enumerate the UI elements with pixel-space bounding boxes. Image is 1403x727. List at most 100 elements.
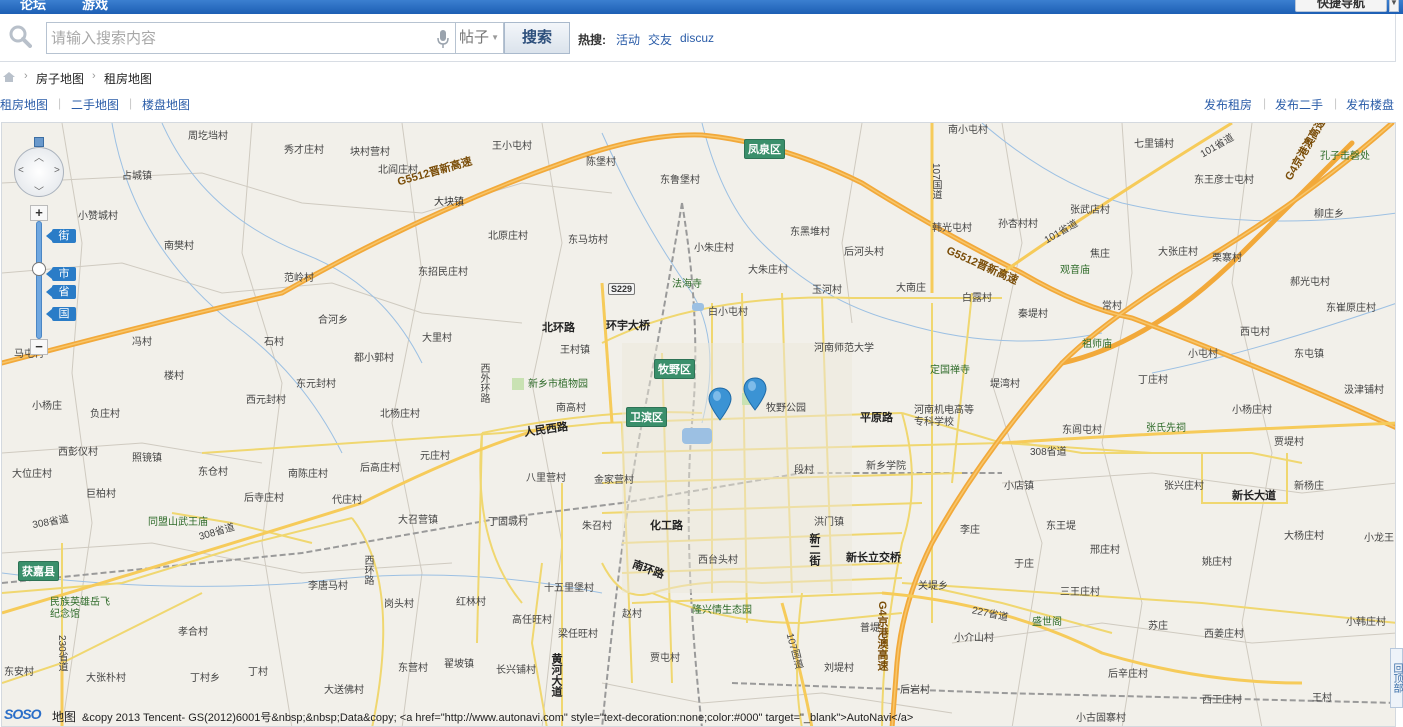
breadcrumb-rent-map[interactable]: 租房地图 [104,70,152,87]
zoom-slider-thumb[interactable] [32,262,46,276]
hot-link-activity[interactable]: 活动 [616,31,640,48]
zoom-level-province[interactable]: 省 [46,285,76,299]
place-label: 七里铺村 [1134,139,1174,150]
zoom-in-button[interactable]: + [30,205,48,221]
place-label: 东王堤 [1046,521,1076,532]
place-label: 贾堤村 [1274,437,1304,448]
search-icon [9,25,32,48]
zoom-level-street[interactable]: 街 [46,229,76,243]
place-label: 化工路 [650,520,683,532]
map-pan-control[interactable]: ︿ ﹀ < > [14,147,64,198]
quick-nav-button[interactable]: 快捷导航 [1295,0,1387,12]
tab-second-hand-map[interactable]: 二手地图 [71,96,119,113]
place-label: 张武店村 [1070,205,1110,216]
chevron-up-icon[interactable]: ︿ [34,149,44,164]
place-label: 陈堡村 [586,157,616,168]
place-label: 大里村 [422,333,452,344]
place-label: 块村营村 [350,147,390,158]
chevron-left-icon[interactable]: < [18,165,24,176]
place-label: 代庄村 [332,495,362,506]
place-label: 西外环路 [478,363,489,403]
place-label: 新杨庄 [1294,481,1324,492]
place-label: 丁固城村 [488,517,528,528]
hot-link-dating[interactable]: 交友 [648,31,672,48]
place-label: 西台头村 [698,555,738,566]
place-label: 秦堤村 [1018,309,1048,320]
place-label: 后河头村 [844,247,884,258]
publish-rent-link[interactable]: 发布租房 [1204,96,1252,113]
place-label: 姚庄村 [1202,557,1232,568]
place-label: 栗寨村 [1212,253,1242,264]
tab-rent-map[interactable]: 租房地图 [0,96,48,113]
place-label: 观音庙 [1060,265,1090,276]
home-icon[interactable] [2,70,16,84]
place-label: 秀才庄村 [284,145,324,156]
nav-item-forum[interactable]: 论坛 [20,0,46,13]
place-label: 小赞城村 [78,211,118,222]
fullscreen-icon[interactable] [34,137,44,147]
microphone-icon[interactable] [436,29,450,49]
place-label: 河南师范大学 [814,343,874,354]
place-label: 牧野公园 [766,403,806,414]
zoom-level-country[interactable]: 国 [46,307,76,321]
map-pin-icon[interactable] [708,387,732,421]
place-label: 孔子击磬处 [1320,151,1370,162]
map-canvas[interactable]: 凤泉区 牧野区 卫滨区 获嘉县 S229 G5512晋新高速 G5512晋新高速… [1,122,1396,727]
hot-link-discuz[interactable]: discuz [680,31,714,45]
soso-logo[interactable]: SOSO [4,706,41,722]
map-pin-icon[interactable] [743,377,767,411]
tab-estate-map[interactable]: 楼盘地图 [142,96,190,113]
place-label: 朱召村 [582,521,612,532]
place-label: 贾屯村 [650,653,680,664]
chevron-down-icon[interactable]: ▼ [1389,0,1399,12]
place-label: 韩光屯村 [932,223,972,234]
publish-second-hand-link[interactable]: 发布二手 [1275,96,1323,113]
place-label: 冯村 [132,337,152,348]
place-label: 后高庄村 [360,463,400,474]
place-label: 西屯村 [1240,327,1270,338]
zoom-slider-track[interactable] [36,221,42,339]
place-label: 大召营镇 [398,515,438,526]
place-label: 占城镇 [122,171,152,182]
place-label: 南小屯村 [948,125,988,136]
place-label: 南高村 [556,403,586,414]
search-button[interactable]: 搜索 [504,22,570,54]
place-label: 三王庄村 [1060,587,1100,598]
map-zoom-control: + − [30,205,48,355]
place-label: 西彭仪村 [58,447,98,458]
place-label: 后辛庄村 [1108,669,1148,680]
place-label: 王村 [1312,693,1332,704]
search-input[interactable] [51,28,431,48]
zoom-level-city[interactable]: 市 [46,267,76,281]
back-to-top-button[interactable]: 回顶部 [1390,648,1403,708]
place-label: 长兴铺村 [496,665,536,676]
place-label: 王小屯村 [492,141,532,152]
place-label: 大位庄村 [12,469,52,480]
hot-search-label: 热搜: [578,33,606,47]
place-label: 新乡学院 [866,461,906,472]
place-label: 李庄 [960,525,980,536]
place-label: 小韩庄村 [1346,617,1386,628]
place-label: 照镜镇 [132,453,162,464]
place-label: 张氏先祠 [1146,423,1186,434]
zoom-out-button[interactable]: − [30,339,48,355]
place-label: 小店镇 [1004,481,1034,492]
place-label: 梁任旺村 [558,629,598,640]
place-label: 石村 [264,337,284,348]
nav-item-games[interactable]: 游戏 [82,0,108,13]
place-label: 盛世阁 [1032,617,1062,628]
place-label: 白露村 [962,293,992,304]
search-scope-select[interactable]: 帖子 ▼ [456,22,504,54]
place-label: 大杨庄村 [1284,531,1324,542]
chevron-right-icon[interactable]: > [54,165,60,176]
place-label: 新乡市植物园 [528,379,588,390]
breadcrumb-house-map[interactable]: 房子地图 [36,70,84,87]
place-label: 东王彦士屯村 [1194,175,1254,186]
place-label: 高任旺村 [512,615,552,626]
highway-label: 308省道 [1030,447,1067,458]
tab-divider: | [1263,96,1267,110]
place-label: 祖师庙 [1082,339,1112,350]
publish-estate-link[interactable]: 发布楼盘 [1346,96,1394,113]
place-label: 东招民庄村 [418,267,468,278]
chevron-down-icon[interactable]: ﹀ [34,183,44,198]
